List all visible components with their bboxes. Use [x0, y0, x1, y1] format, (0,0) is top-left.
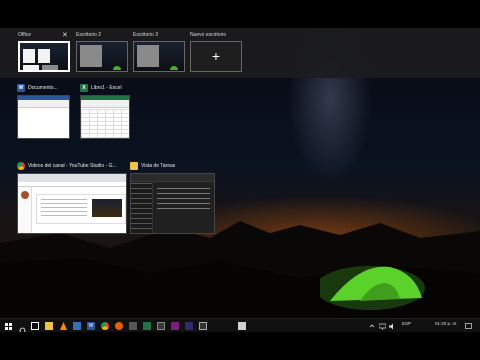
chevron-up-icon[interactable]: [368, 322, 376, 330]
task-view-icon[interactable]: [31, 322, 39, 330]
new-desktop-button[interactable]: +: [190, 41, 242, 72]
app-icon[interactable]: [238, 322, 246, 330]
app-icon[interactable]: [171, 322, 179, 330]
new-desktop-label: Nuevo escritorio: [190, 32, 227, 38]
window-title: Videos del canal - YouTube Studio - G...: [28, 163, 117, 169]
window-preview[interactable]: [80, 95, 130, 139]
desktop-thumbnail[interactable]: [133, 41, 185, 72]
desktop-label: Escritorio 2: [76, 32, 102, 38]
language-indicator[interactable]: ESP: [402, 321, 411, 326]
start-icon[interactable]: [4, 322, 12, 330]
vlc-icon[interactable]: [59, 322, 67, 330]
window-preview[interactable]: [17, 95, 70, 139]
window-header: Vista de Tareas: [130, 160, 175, 172]
window-title: Documento...: [28, 85, 58, 91]
window-header: W Documento...: [17, 82, 58, 94]
window-preview[interactable]: [17, 173, 127, 234]
word-icon: W: [17, 84, 25, 92]
letterbox-top: [0, 0, 480, 28]
network-icon[interactable]: [378, 322, 386, 330]
desktop-thumbnail[interactable]: [18, 41, 70, 72]
file-explorer-icon[interactable]: [45, 322, 53, 330]
excel-icon: X: [80, 84, 88, 92]
window-header: X Libro1 - Excel: [80, 82, 122, 94]
desktop-thumbnail[interactable]: [76, 41, 128, 72]
app-icon[interactable]: [143, 322, 151, 330]
firefox-icon[interactable]: [115, 322, 123, 330]
close-icon[interactable]: ✕: [62, 31, 68, 39]
app-icon[interactable]: [185, 322, 193, 330]
plus-icon: +: [211, 48, 221, 64]
app-icon[interactable]: [157, 322, 165, 330]
virtual-desktop-strip: Office ✕ Escritorio 2 Escritorio 3 Nuevo…: [0, 28, 480, 78]
notification-icon[interactable]: [464, 322, 472, 330]
volume-icon[interactable]: [388, 322, 396, 330]
chrome-icon[interactable]: [101, 322, 109, 330]
app-icon[interactable]: [199, 322, 207, 330]
word-icon[interactable]: W: [87, 322, 95, 330]
window-header: Videos del canal - YouTube Studio - G...: [17, 160, 117, 172]
search-icon[interactable]: [18, 322, 26, 332]
window-preview[interactable]: [130, 173, 215, 234]
desktop-screen: Office ✕ Escritorio 2 Escritorio 3 Nuevo…: [0, 28, 480, 332]
window-title: Libro1 - Excel: [91, 85, 122, 91]
clock[interactable]: 01:20 p. m.: [435, 321, 458, 326]
taskbar: W ESP 01:20 p. m.: [0, 318, 480, 332]
window-title: Vista de Tareas: [141, 163, 176, 169]
wallpaper-tent: [320, 266, 425, 310]
letterbox-bottom: [0, 332, 480, 360]
desktop-label: Escritorio 3: [133, 32, 159, 38]
chrome-icon: [17, 162, 25, 170]
app-icon[interactable]: [73, 322, 81, 330]
desktop-label: Office: [18, 32, 31, 38]
folder-icon: [130, 162, 138, 170]
app-icon[interactable]: [129, 322, 137, 330]
